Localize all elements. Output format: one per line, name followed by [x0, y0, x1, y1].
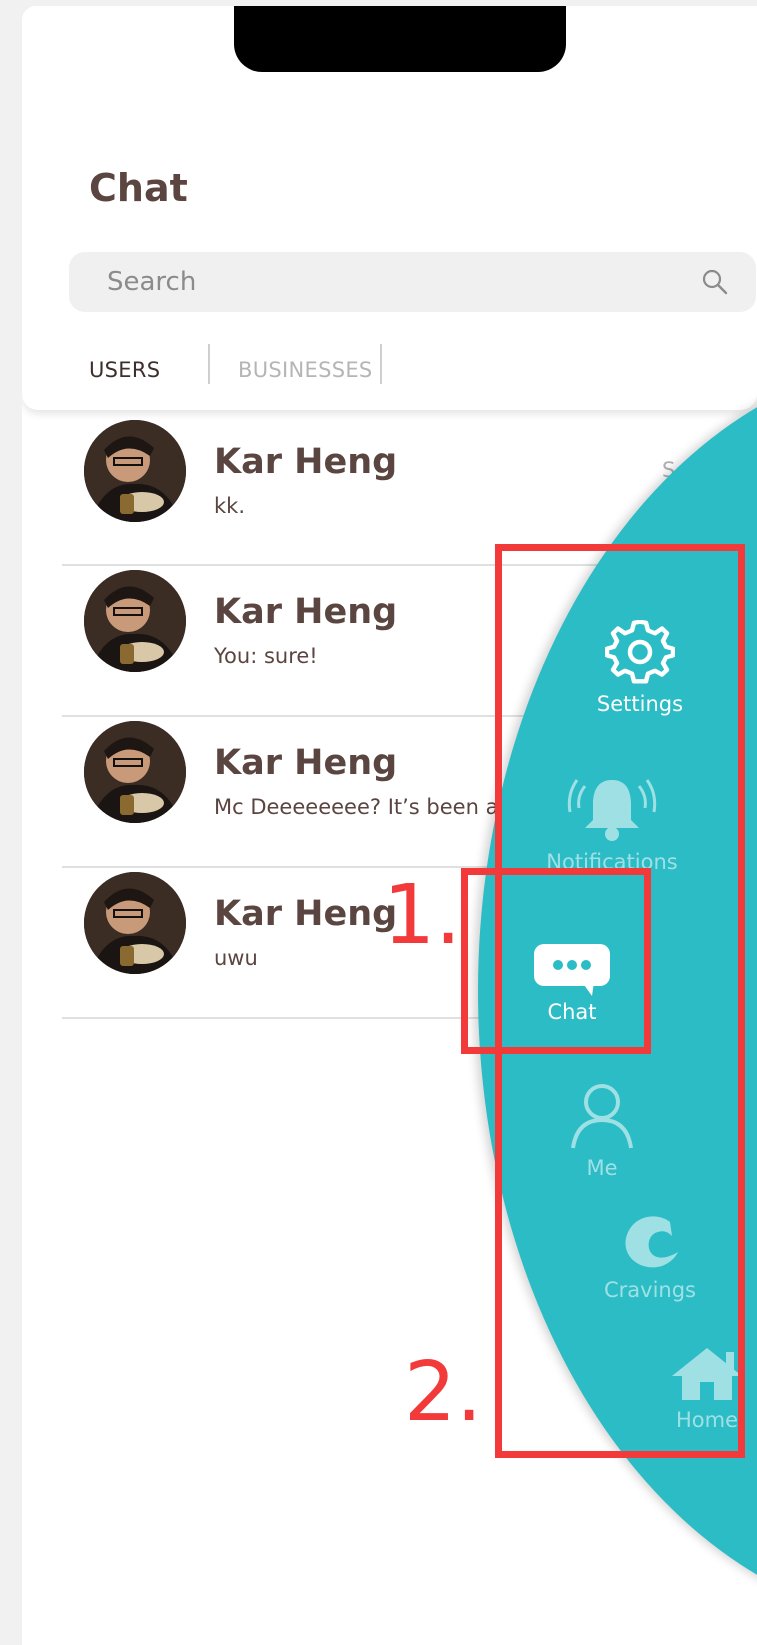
tab-businesses[interactable]: BUSINESSES [238, 358, 373, 382]
tab-divider [380, 344, 382, 384]
search-input[interactable] [107, 262, 667, 302]
annotation-box-1 [461, 868, 651, 1054]
avatar [84, 570, 186, 672]
tab-users[interactable]: USERS [89, 358, 160, 382]
avatar [84, 872, 186, 974]
contact-name: Kar Heng [214, 743, 398, 783]
search-icon[interactable] [701, 268, 729, 296]
phone-notch [234, 6, 566, 72]
tab-divider [208, 344, 210, 384]
contact-name: Kar Heng [214, 592, 398, 632]
page-title: Chat [89, 166, 188, 210]
annotation-label-1: 1. [383, 868, 462, 963]
avatar [84, 721, 186, 823]
contact-name: Kar Heng [214, 442, 398, 482]
last-message: You: sure! [214, 644, 318, 668]
last-message: kk. [214, 494, 245, 518]
chat-header: Chat USERS BUSINESSES [22, 6, 757, 410]
last-message: Mc Deeeeeeee? It’s been a [214, 795, 499, 819]
annotation-label-2: 2. [404, 1345, 483, 1440]
avatar [84, 420, 186, 522]
search-bar[interactable] [69, 252, 756, 312]
last-message: uwu [214, 946, 258, 970]
contact-name: Kar Heng [214, 894, 398, 934]
